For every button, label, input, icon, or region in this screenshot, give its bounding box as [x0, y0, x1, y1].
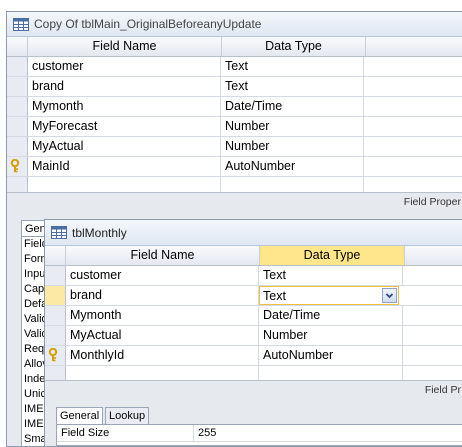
row-selector[interactable] — [45, 286, 66, 305]
row-selector-header — [7, 37, 28, 56]
field-name-cell[interactable]: customer — [28, 57, 221, 76]
data-type-select[interactable]: Text — [259, 286, 399, 305]
primary-key-icon — [48, 348, 58, 362]
field-grid-header: Field Name Data Type — [45, 246, 462, 266]
data-type-cell[interactable]: Date/Time — [221, 97, 364, 116]
field-name-cell[interactable]: customer — [66, 266, 259, 285]
data-type-cell[interactable]: Number — [221, 137, 364, 156]
data-type-cell[interactable]: AutoNumber — [259, 346, 403, 365]
row-selector[interactable] — [7, 137, 28, 156]
column-header-data-type[interactable]: Data Type — [260, 246, 405, 265]
row-selector[interactable] — [45, 266, 66, 285]
field-properties-bar: Field Pr — [45, 380, 462, 400]
field-name-cell[interactable]: MyActual — [28, 137, 221, 156]
column-header-field-name[interactable]: Field Name — [28, 37, 222, 56]
description-cell[interactable] — [364, 117, 462, 136]
window-title: tblMonthly — [72, 225, 127, 240]
table-row[interactable]: customer Text — [45, 266, 462, 286]
row-selector[interactable] — [45, 326, 66, 345]
chevron-down-icon — [385, 293, 394, 299]
description-cell[interactable] — [399, 286, 462, 305]
description-cell[interactable] — [364, 57, 462, 76]
field-name-cell[interactable]: MonthlyId — [66, 346, 259, 365]
field-properties-label: Field Proper — [403, 196, 461, 208]
description-cell[interactable] — [364, 137, 462, 156]
description-cell[interactable] — [364, 97, 462, 116]
row-selector[interactable] — [45, 346, 66, 365]
tab-lookup[interactable]: Lookup — [105, 407, 150, 424]
row-selector[interactable] — [7, 157, 28, 176]
description-cell[interactable] — [403, 326, 462, 345]
field-name-cell[interactable]: MyActual — [66, 326, 259, 345]
data-type-cell[interactable]: Number — [221, 117, 364, 136]
table-row[interactable]: MyActual Number — [7, 137, 462, 157]
field-grid-header: Field Name Data Type — [7, 37, 462, 57]
field-name-cell[interactable]: Mymonth — [66, 306, 259, 325]
table-row[interactable]: MainId AutoNumber — [7, 157, 462, 177]
description-cell[interactable] — [364, 77, 462, 96]
table-row[interactable]: MonthlyId AutoNumber — [45, 346, 462, 366]
tab-general[interactable]: General — [56, 407, 104, 424]
field-grid: customer Text brand Text Mymonth Date/Ti… — [45, 266, 462, 389]
field-name-cell[interactable]: brand — [28, 77, 221, 96]
field-name-cell[interactable]: MainId — [28, 157, 221, 176]
column-header-field-name[interactable]: Field Name — [66, 246, 260, 265]
description-cell[interactable] — [403, 266, 462, 285]
table-row[interactable]: Mymonth Date/Time — [45, 306, 462, 326]
field-properties-label: Field Pr — [424, 384, 461, 396]
window-title-bar[interactable]: Copy Of tblMain_OriginalBeforeanyUpdate — [7, 12, 462, 37]
primary-key-icon — [10, 159, 20, 173]
row-selector[interactable] — [7, 77, 28, 96]
table-row[interactable]: MyForecast Number — [7, 117, 462, 137]
window-title-bar[interactable]: tblMonthly — [45, 220, 462, 246]
dropdown-button[interactable] — [382, 288, 397, 303]
field-name-cell[interactable]: Mymonth — [28, 97, 221, 116]
data-type-value: Text — [263, 289, 286, 303]
data-type-cell[interactable]: AutoNumber — [221, 157, 364, 176]
row-selector-header — [45, 246, 66, 265]
data-type-cell[interactable]: Number — [259, 326, 403, 345]
property-label: Field Size — [57, 425, 194, 441]
row-selector[interactable] — [45, 306, 66, 325]
row-selector[interactable] — [7, 57, 28, 76]
description-cell[interactable] — [403, 346, 462, 365]
design-window-tblmonthly[interactable]: tblMonthly Field Name Data Type customer… — [44, 219, 462, 447]
column-header-description[interactable] — [366, 37, 462, 56]
property-row-field-size[interactable]: Field Size 255 — [57, 425, 462, 442]
field-name-cell[interactable]: MyForecast — [28, 117, 221, 136]
window-title: Copy Of tblMain_OriginalBeforeanyUpdate — [34, 17, 262, 31]
column-header-description[interactable] — [405, 246, 462, 265]
table-icon — [51, 226, 67, 239]
data-type-cell[interactable]: Text — [221, 77, 364, 96]
description-cell[interactable] — [403, 306, 462, 325]
field-size-input[interactable]: 255 — [194, 425, 216, 441]
table-row[interactable]: brand Text — [7, 77, 462, 97]
field-properties-bar: Field Proper — [7, 192, 462, 212]
description-cell[interactable] — [364, 157, 462, 176]
properties-pane: General Lookup Field Size 255 — [45, 399, 462, 446]
data-type-cell[interactable]: Text — [221, 57, 364, 76]
table-row-selected[interactable]: brand Text — [45, 286, 462, 306]
table-icon — [13, 17, 29, 31]
row-selector[interactable] — [7, 97, 28, 116]
data-type-cell[interactable]: Date/Time — [259, 306, 403, 325]
column-header-data-type[interactable]: Data Type — [222, 37, 366, 56]
table-row[interactable]: Mymonth Date/Time — [7, 97, 462, 117]
field-grid: customer Text brand Text Mymonth Date/Ti… — [7, 57, 462, 199]
table-row[interactable]: MyActual Number — [45, 326, 462, 346]
data-type-cell[interactable]: Text — [259, 266, 403, 285]
properties-list: Field Size 255 — [56, 424, 462, 446]
row-selector[interactable] — [7, 117, 28, 136]
field-name-cell[interactable]: brand — [66, 286, 259, 305]
table-row[interactable]: customer Text — [7, 57, 462, 77]
